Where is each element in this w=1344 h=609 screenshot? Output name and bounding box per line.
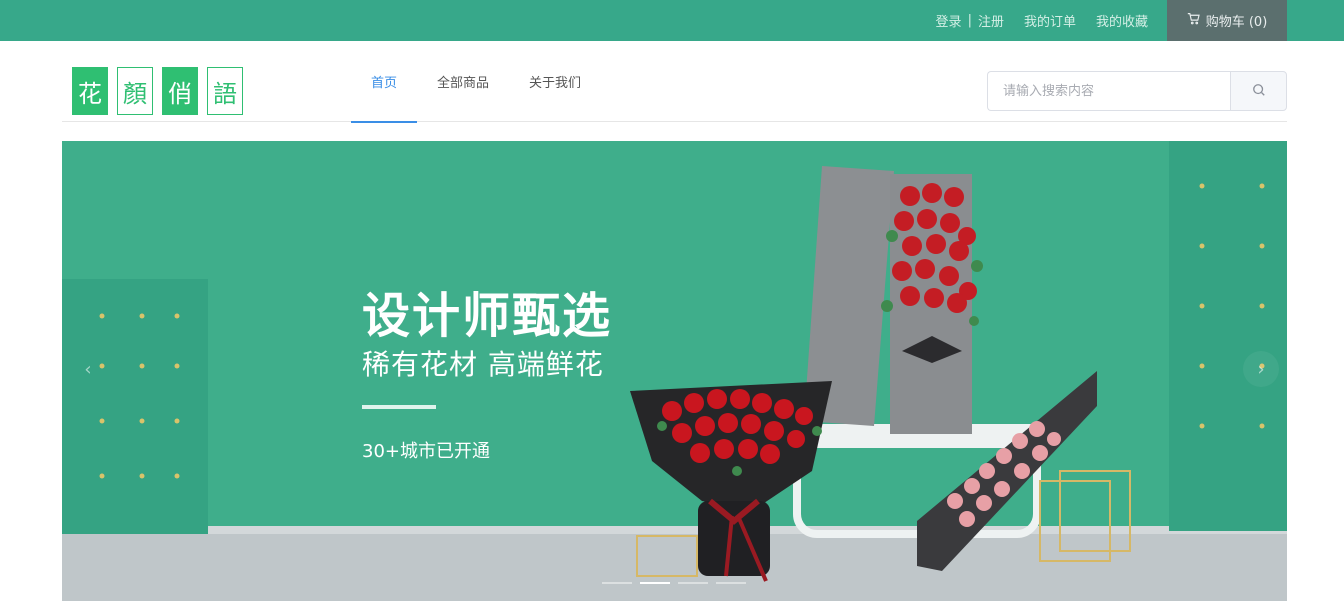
register-link[interactable]: 注册	[978, 11, 1004, 30]
search-input[interactable]	[987, 71, 1230, 111]
banner-headline: 设计师甄选	[362, 288, 613, 344]
carousel-indicator-1[interactable]	[602, 582, 632, 584]
banner-image	[62, 141, 1287, 601]
chevron-right-icon: ›	[1257, 358, 1265, 380]
top-links: 登录 | 注册 我的订单 我的收藏	[936, 0, 1148, 41]
search-icon	[1252, 83, 1266, 100]
carousel-next-button[interactable]: ›	[1243, 351, 1279, 387]
top-bar: 登录 | 注册 我的订单 我的收藏 购物车 (0)	[0, 0, 1344, 41]
carousel-indicators	[602, 582, 746, 584]
logo-char-4: 語	[207, 67, 243, 115]
header: 花 顏 俏 語 首页 全部商品 关于我们	[62, 41, 1287, 123]
logo-char-1: 花	[72, 67, 108, 115]
chevron-left-icon: ‹	[84, 358, 92, 380]
logo-char-2: 顏	[117, 67, 153, 115]
site-logo[interactable]: 花 顏 俏 語	[72, 67, 243, 115]
nav-item-home[interactable]: 首页	[351, 41, 418, 123]
cart-label: 购物车 (0)	[1205, 15, 1268, 30]
login-register-separator: |	[967, 13, 972, 28]
carousel-indicator-4[interactable]	[716, 582, 746, 584]
banner-divider	[362, 405, 436, 409]
carousel-indicator-3[interactable]	[678, 582, 708, 584]
banner-carousel[interactable]: 设计师甄选 稀有花材 高端鲜花 30+城市已开通 ‹ ›	[62, 141, 1287, 601]
my-orders-link[interactable]: 我的订单	[1024, 11, 1076, 30]
cart-button[interactable]: 购物车 (0)	[1167, 0, 1287, 41]
carousel-prev-button[interactable]: ‹	[70, 351, 106, 387]
login-link[interactable]: 登录	[936, 11, 962, 30]
banner-cities-text: 30+城市已开通	[362, 441, 490, 462]
logo-char-3: 俏	[162, 67, 198, 115]
search-button[interactable]	[1230, 71, 1287, 111]
cart-icon	[1187, 12, 1200, 29]
search-bar	[987, 71, 1287, 111]
carousel-indicator-2[interactable]	[640, 582, 670, 584]
my-favorites-link[interactable]: 我的收藏	[1096, 11, 1148, 30]
nav-item-about-us[interactable]: 关于我们	[509, 41, 601, 122]
banner-subline: 稀有花材 高端鲜花	[362, 348, 604, 381]
main-nav: 首页 全部商品 关于我们	[351, 41, 601, 123]
nav-item-all-products[interactable]: 全部商品	[417, 41, 509, 122]
